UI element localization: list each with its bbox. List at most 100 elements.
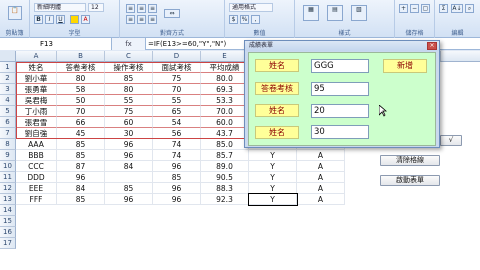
row-header-12[interactable]: 12 <box>0 183 16 194</box>
clear-gridlines-button[interactable]: 清除格線 <box>380 155 440 166</box>
row-header-16[interactable]: 16 <box>0 227 16 238</box>
table-cell[interactable]: Y <box>249 161 297 172</box>
row-header-5[interactable]: 5 <box>0 106 16 117</box>
table-cell[interactable]: 90.5 <box>201 172 249 183</box>
format-cells-icon[interactable]: ▢ <box>421 4 430 13</box>
table-cell[interactable]: 丁小雨 <box>16 106 57 117</box>
row-header-13[interactable]: 13 <box>0 194 16 205</box>
table-cell[interactable]: 80 <box>105 84 153 95</box>
comma-icon[interactable]: , <box>251 15 260 24</box>
format-as-table-icon[interactable]: ▤ <box>327 5 343 21</box>
table-cell[interactable]: 56 <box>153 128 201 139</box>
interview-exam-input[interactable]: 30 <box>311 125 369 139</box>
conditional-format-icon[interactable]: ▦ <box>303 5 319 21</box>
row-header-15[interactable]: 15 <box>0 216 16 227</box>
selected-cell-f13[interactable]: Y <box>248 193 298 206</box>
row-header-14[interactable]: 14 <box>0 205 16 216</box>
table-cell[interactable]: 85 <box>57 194 105 205</box>
row-header-1[interactable]: 1 <box>0 62 16 73</box>
table-cell[interactable]: CCC <box>16 161 57 172</box>
table-cell[interactable]: 96 <box>105 194 153 205</box>
table-cell[interactable]: 58 <box>57 84 105 95</box>
table-header-cell[interactable]: 答卷考核 <box>57 62 105 73</box>
table-cell[interactable]: 54 <box>153 117 201 128</box>
table-cell[interactable]: A <box>297 183 345 194</box>
table-cell[interactable]: 吳君梅 <box>16 95 57 106</box>
table-cell[interactable]: 75 <box>105 106 153 117</box>
table-cell[interactable]: Y <box>249 183 297 194</box>
table-cell[interactable]: 85 <box>153 172 201 183</box>
insert-cells-icon[interactable]: + <box>399 4 408 13</box>
underline-icon[interactable]: U <box>56 15 65 24</box>
table-cell[interactable]: 85.0 <box>201 139 249 150</box>
table-cell[interactable]: A <box>297 150 345 161</box>
add-button[interactable]: 新增 <box>383 59 427 73</box>
align-left-icon[interactable]: ≡ <box>126 15 135 24</box>
currency-icon[interactable]: $ <box>229 15 238 24</box>
table-cell[interactable]: 74 <box>153 139 201 150</box>
name-input[interactable]: GGG <box>311 59 369 73</box>
table-cell[interactable]: 劉自強 <box>16 128 57 139</box>
table-cell[interactable]: 96 <box>153 194 201 205</box>
dialog-title-bar[interactable]: 成績表單 <box>245 41 439 51</box>
table-cell[interactable]: 53.3 <box>201 95 249 106</box>
row-header-11[interactable]: 11 <box>0 172 16 183</box>
table-cell[interactable]: 65 <box>153 106 201 117</box>
table-cell[interactable]: 80.0 <box>201 73 249 84</box>
row-header-4[interactable]: 4 <box>0 95 16 106</box>
row-header-2[interactable]: 2 <box>0 73 16 84</box>
cell-styles-icon[interactable]: ▧ <box>351 5 367 21</box>
table-cell[interactable]: 75 <box>153 73 201 84</box>
table-cell[interactable]: 96 <box>57 172 105 183</box>
table-cell[interactable]: 張勇華 <box>16 84 57 95</box>
percent-icon[interactable]: % <box>240 15 249 24</box>
row-header-10[interactable]: 10 <box>0 161 16 172</box>
table-cell[interactable]: 85 <box>57 150 105 161</box>
table-cell[interactable]: 85.7 <box>201 150 249 161</box>
align-middle-icon[interactable]: ≡ <box>137 4 146 13</box>
table-cell[interactable]: 張君雪 <box>16 117 57 128</box>
row-header-9[interactable]: 9 <box>0 150 16 161</box>
row-header-7[interactable]: 7 <box>0 128 16 139</box>
align-center-icon[interactable]: ≡ <box>137 15 146 24</box>
close-icon[interactable]: × <box>427 42 437 50</box>
fill-color-icon[interactable] <box>70 15 79 24</box>
bold-icon[interactable]: B <box>34 15 43 24</box>
sort-filter-icon[interactable]: A↓ <box>451 4 463 13</box>
column-header-a[interactable]: A <box>16 51 57 62</box>
table-cell[interactable]: 96 <box>105 139 153 150</box>
table-cell[interactable]: 80 <box>57 73 105 84</box>
table-cell[interactable]: 84 <box>105 161 153 172</box>
table-cell[interactable]: 43.7 <box>201 128 249 139</box>
table-cell[interactable]: 85 <box>57 139 105 150</box>
sheet-button-partial[interactable]: √ <box>440 135 462 146</box>
table-cell[interactable]: A <box>297 172 345 183</box>
table-cell[interactable]: 89.0 <box>201 161 249 172</box>
table-cell[interactable]: BBB <box>16 150 57 161</box>
table-cell[interactable]: EEE <box>16 183 57 194</box>
table-cell[interactable]: FFF <box>16 194 57 205</box>
font-color-icon[interactable]: A <box>81 15 90 24</box>
paste-icon[interactable]: 📋 <box>8 6 22 20</box>
column-header-b[interactable]: B <box>57 51 105 62</box>
table-cell[interactable]: Y <box>249 172 297 183</box>
formula-input[interactable]: =IF(E13>=60,"Y","N") <box>148 38 248 50</box>
start-form-button[interactable]: 啟動表單 <box>380 175 440 186</box>
table-header-cell[interactable]: 姓名 <box>16 62 57 73</box>
column-header-e[interactable]: E <box>201 51 249 62</box>
table-cell[interactable]: 60.0 <box>201 117 249 128</box>
table-cell[interactable]: 85 <box>105 183 153 194</box>
table-cell[interactable]: Y <box>249 150 297 161</box>
italic-icon[interactable]: I <box>45 15 54 24</box>
autosum-icon[interactable]: Σ <box>439 4 448 13</box>
table-cell[interactable]: AAA <box>16 139 57 150</box>
table-cell[interactable]: 劉小華 <box>16 73 57 84</box>
table-cell[interactable]: 96 <box>153 161 201 172</box>
table-cell[interactable]: 45 <box>57 128 105 139</box>
table-cell[interactable]: 96 <box>105 150 153 161</box>
table-cell[interactable]: A <box>297 161 345 172</box>
table-cell[interactable]: 69.3 <box>201 84 249 95</box>
name-box[interactable]: F13 <box>0 38 112 50</box>
table-cell[interactable]: 85 <box>105 73 153 84</box>
find-select-icon[interactable]: ⌕ <box>465 4 474 13</box>
